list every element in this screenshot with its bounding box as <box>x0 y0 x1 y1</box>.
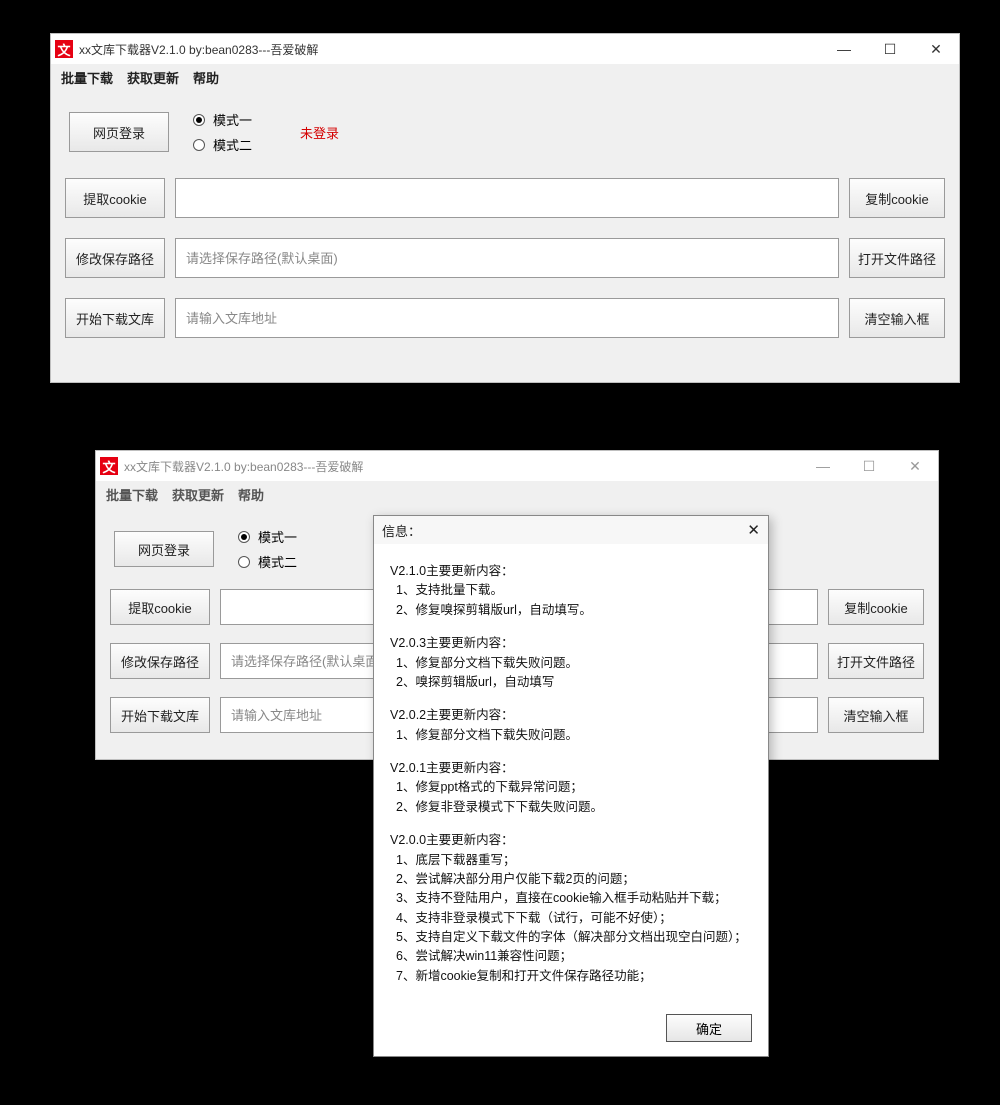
close-button[interactable]: ✕ <box>913 34 959 64</box>
close-button[interactable]: ✕ <box>892 451 938 481</box>
menu-batch-download[interactable]: 批量下载 <box>106 485 158 504</box>
radio-mode-2-label: 模式二 <box>258 552 297 571</box>
radio-icon <box>238 531 250 543</box>
changelog-item: 1、修复ppt格式的下载异常问题； <box>390 778 752 797</box>
changelog-item: 7、新增cookie复制和打开文件保存路径功能； <box>390 967 752 986</box>
radio-icon <box>238 556 250 568</box>
radio-mode-1-label: 模式一 <box>258 527 297 546</box>
changelog-heading: V2.1.0主要更新内容： <box>390 562 752 581</box>
window-title: xx文库下载器V2.1.0 by:bean0283---吾爱破解 <box>124 458 363 475</box>
copy-cookie-button[interactable]: 复制cookie <box>828 589 924 625</box>
changelog-section: V2.0.3主要更新内容：1、修复部分文档下载失败问题。2、嗅探剪辑版url，自… <box>390 634 752 692</box>
maximize-button[interactable]: ☐ <box>867 34 913 64</box>
radio-mode-1[interactable]: 模式一 <box>238 527 297 546</box>
menu-help[interactable]: 帮助 <box>238 485 264 504</box>
change-save-path-button[interactable]: 修改保存路径 <box>65 238 165 278</box>
save-path-input[interactable] <box>175 238 839 278</box>
change-save-path-button[interactable]: 修改保存路径 <box>110 643 210 679</box>
window-title: xx文库下载器V2.1.0 by:bean0283---吾爱破解 <box>79 41 318 58</box>
start-download-button[interactable]: 开始下载文库 <box>110 697 210 733</box>
radio-icon <box>193 114 205 126</box>
menubar: 批量下载 获取更新 帮助 <box>96 481 938 507</box>
maximize-button[interactable]: ☐ <box>846 451 892 481</box>
changelog-section: V2.1.0主要更新内容：1、支持批量下载。2、修复嗅探剪辑版url，自动填写。 <box>390 562 752 620</box>
changelog-item: 2、修复嗅探剪辑版url，自动填写。 <box>390 601 752 620</box>
copy-cookie-button[interactable]: 复制cookie <box>849 178 945 218</box>
info-dialog: 信息： ✕ V2.1.0主要更新内容：1、支持批量下载。2、修复嗅探剪辑版url… <box>373 515 769 1057</box>
menubar: 批量下载 获取更新 帮助 <box>51 64 959 90</box>
changelog-item: 6、尝试解决win11兼容性问题； <box>390 947 752 966</box>
changelog-item: 2、嗅探剪辑版url，自动填写 <box>390 673 752 692</box>
radio-mode-2[interactable]: 模式二 <box>193 135 252 154</box>
changelog-item: 1、底层下载器重写； <box>390 851 752 870</box>
titlebar[interactable]: 文 xx文库下载器V2.1.0 by:bean0283---吾爱破解 — ☐ ✕ <box>51 34 959 64</box>
radio-mode-1-label: 模式一 <box>213 110 252 129</box>
main-window-active: 文 xx文库下载器V2.1.0 by:bean0283---吾爱破解 — ☐ ✕… <box>50 33 960 383</box>
radio-mode-2-label: 模式二 <box>213 135 252 154</box>
web-login-button[interactable]: 网页登录 <box>114 531 214 567</box>
extract-cookie-button[interactable]: 提取cookie <box>65 178 165 218</box>
menu-get-update[interactable]: 获取更新 <box>127 68 179 87</box>
changelog-section: V2.0.1主要更新内容：1、修复ppt格式的下载异常问题；2、修复非登录模式下… <box>390 759 752 817</box>
changelog-item: 2、修复非登录模式下下载失败问题。 <box>390 798 752 817</box>
login-status: 未登录 <box>300 123 339 142</box>
changelog-heading: V2.0.2主要更新内容： <box>390 706 752 725</box>
open-file-path-button[interactable]: 打开文件路径 <box>849 238 945 278</box>
open-file-path-button[interactable]: 打开文件路径 <box>828 643 924 679</box>
titlebar[interactable]: 文 xx文库下载器V2.1.0 by:bean0283---吾爱破解 — ☐ ✕ <box>96 451 938 481</box>
minimize-button[interactable]: — <box>800 451 846 481</box>
extract-cookie-button[interactable]: 提取cookie <box>110 589 210 625</box>
web-login-button[interactable]: 网页登录 <box>69 112 169 152</box>
dialog-title-text: 信息： <box>382 521 421 540</box>
url-input[interactable] <box>175 298 839 338</box>
menu-get-update[interactable]: 获取更新 <box>172 485 224 504</box>
dialog-titlebar[interactable]: 信息： ✕ <box>374 516 768 544</box>
dialog-body: V2.1.0主要更新内容：1、支持批量下载。2、修复嗅探剪辑版url，自动填写。… <box>374 544 768 1004</box>
changelog-item: 1、修复部分文档下载失败问题。 <box>390 726 752 745</box>
changelog-heading: V2.0.0主要更新内容： <box>390 831 752 850</box>
changelog-heading: V2.0.1主要更新内容： <box>390 759 752 778</box>
radio-mode-1[interactable]: 模式一 <box>193 110 252 129</box>
changelog-section: V2.0.2主要更新内容：1、修复部分文档下载失败问题。 <box>390 706 752 745</box>
changelog-item: 4、支持非登录模式下下载（试行，可能不好使）； <box>390 909 752 928</box>
menu-batch-download[interactable]: 批量下载 <box>61 68 113 87</box>
cookie-input[interactable] <box>175 178 839 218</box>
changelog-section: V2.0.0主要更新内容：1、底层下载器重写；2、尝试解决部分用户仅能下载2页的… <box>390 831 752 986</box>
changelog-item: 2、尝试解决部分用户仅能下载2页的问题； <box>390 870 752 889</box>
dialog-ok-button[interactable]: 确定 <box>666 1014 752 1042</box>
app-icon: 文 <box>55 40 73 58</box>
changelog-item: 5、支持自定义下载文件的字体（解决部分文档出现空白问题）； <box>390 928 752 947</box>
radio-icon <box>193 139 205 151</box>
changelog-item: 1、修复部分文档下载失败问题。 <box>390 654 752 673</box>
menu-help[interactable]: 帮助 <box>193 68 219 87</box>
changelog-item: 1、支持批量下载。 <box>390 581 752 600</box>
changelog-item: 3、支持不登陆用户，直接在cookie输入框手动粘贴并下载； <box>390 889 752 908</box>
dialog-close-button[interactable]: ✕ <box>747 521 760 539</box>
clear-input-button[interactable]: 清空输入框 <box>828 697 924 733</box>
app-icon: 文 <box>100 457 118 475</box>
minimize-button[interactable]: — <box>821 34 867 64</box>
start-download-button[interactable]: 开始下载文库 <box>65 298 165 338</box>
radio-mode-2[interactable]: 模式二 <box>238 552 297 571</box>
changelog-heading: V2.0.3主要更新内容： <box>390 634 752 653</box>
clear-input-button[interactable]: 清空输入框 <box>849 298 945 338</box>
